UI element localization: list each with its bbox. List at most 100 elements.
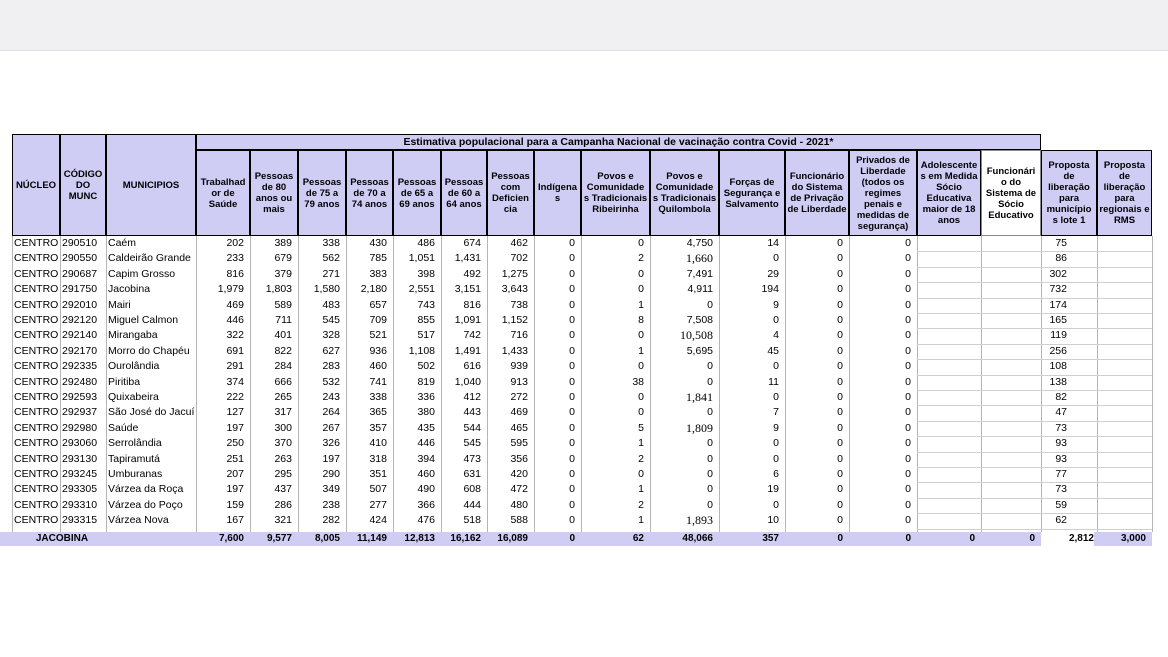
table-cell: 0 (905, 421, 911, 434)
table-cell: 4 (773, 329, 779, 342)
table-cell: 711 (275, 314, 292, 326)
table-cell: 939 (510, 360, 528, 373)
table-cell: 321 (274, 514, 292, 527)
table-cell: 326 (322, 437, 340, 450)
table-cell: CENTRO (14, 283, 59, 296)
table-cell: 263 (274, 452, 292, 465)
table-cell: 174 (1049, 298, 1067, 311)
table-cell (1097, 421, 1146, 436)
total-cell: 2,812 (1041, 532, 1094, 546)
table-cell: 401 (274, 329, 292, 342)
table-cell: 816 (226, 267, 244, 280)
table-cell: 785 (369, 252, 387, 265)
table-cell: CENTRO (14, 391, 59, 403)
total-cell: 8,005 (314, 533, 340, 544)
table-cell: 1,580 (313, 283, 340, 296)
table-cell: 595 (510, 437, 528, 450)
table-cell (981, 436, 1035, 451)
table-cell: 349 (322, 483, 340, 496)
table-cell: 545 (322, 314, 340, 326)
column-header-label: CÓDIGO DO MUNC (63, 168, 103, 202)
table-cell: 283 (322, 360, 340, 373)
table-cell: 1,841 (686, 390, 713, 404)
table-cell: 77 (1055, 468, 1067, 480)
table-cell: CENTRO (14, 375, 59, 388)
table-cell: 627 (322, 344, 340, 357)
grid-line (106, 236, 107, 532)
column-header: Indígena s (534, 150, 581, 236)
table-cell: 233 (226, 252, 244, 265)
table-cell: 93 (1055, 452, 1067, 465)
table-cell: 0 (707, 375, 713, 388)
table-cell: 0 (569, 267, 575, 280)
table-cell: 446 (417, 437, 435, 450)
table-cell: 127 (226, 406, 244, 419)
table-cell (1097, 498, 1146, 513)
table-cell (917, 359, 975, 374)
column-header: Adolescente s em Medida Sócio Educativa … (917, 150, 981, 236)
table-cell: 0 (638, 329, 644, 342)
column-header-label: Proposta de liberação para regionais e R… (1099, 160, 1150, 226)
table-cell (1097, 313, 1146, 328)
table-cell (1097, 251, 1146, 266)
table-cell: 0 (905, 498, 911, 511)
table-cell: 9 (773, 298, 779, 311)
table-cell: 709 (369, 314, 387, 326)
table-cell (981, 313, 1035, 328)
table-cell (917, 282, 975, 297)
table-cell (1097, 513, 1146, 528)
table-cell: 19 (767, 483, 779, 496)
table-cell: 5,695 (686, 344, 713, 357)
table-cell (917, 436, 975, 451)
table-cell: CENTRO (14, 329, 59, 342)
table-cell: 3,643 (501, 283, 528, 296)
table-cell: 1,979 (217, 283, 244, 296)
table-cell: Mirangaba (108, 329, 158, 342)
table-cell: 0 (773, 391, 779, 403)
table-cell: 7,508 (686, 314, 713, 326)
table-cell (1097, 436, 1146, 451)
table-cell: 1,893 (686, 513, 713, 528)
table-cell: CENTRO (14, 252, 59, 265)
table-cell: 0 (837, 498, 843, 511)
table-cell: 469 (226, 298, 244, 311)
total-cell: 62 (632, 533, 644, 544)
table-cell (981, 498, 1035, 513)
table-cell: 0 (837, 329, 843, 342)
table-cell: 300 (274, 421, 292, 434)
table-cell: 0 (837, 314, 843, 326)
table-cell: 0 (569, 314, 575, 326)
total-cell: 16,162 (450, 533, 481, 544)
table-cell: 165 (1049, 314, 1067, 326)
table-cell: 302 (1049, 267, 1067, 280)
table-cell: 7,491 (686, 267, 713, 280)
table-cell: 0 (905, 437, 911, 450)
table-cell (981, 328, 1035, 343)
table-cell: 0 (905, 406, 911, 419)
table-cell: 0 (569, 375, 575, 388)
total-row: JACOBINA 7,600 9,577 8,005 11,149 12,813 16,1… (0, 532, 1152, 546)
table-cell: 119 (1050, 329, 1067, 342)
table-cell: 318 (369, 452, 387, 465)
table-cell: 1,108 (408, 344, 435, 357)
table-cell: 0 (569, 360, 575, 373)
table-cell: Morro do Chapéu (108, 344, 190, 357)
table-cell: 291750 (62, 283, 98, 296)
total-cell: 0 (1029, 533, 1035, 544)
column-header-label: Povos e Comunidade s Tradicionais Quilom… (652, 171, 717, 215)
table-cell: 0 (905, 267, 911, 280)
column-header: Pessoas com Deficien cia (487, 150, 534, 236)
table-cell (1097, 467, 1146, 482)
table-cell (1097, 375, 1146, 390)
table-cell: 14 (767, 237, 779, 249)
table-title: Estimativa populacional para a Campanha … (196, 134, 1041, 150)
table-cell: 398 (417, 267, 435, 280)
table-cell (1097, 298, 1146, 313)
column-header-label: Proposta de liberação para município s l… (1046, 160, 1092, 226)
table-cell: 0 (773, 252, 779, 265)
table-cell: Caém (108, 237, 137, 249)
table-cell: 462 (510, 237, 528, 249)
table-cell: CENTRO (14, 267, 59, 280)
table-cell: 290687 (62, 267, 98, 280)
table-cell: Várzea da Roça (108, 483, 184, 496)
